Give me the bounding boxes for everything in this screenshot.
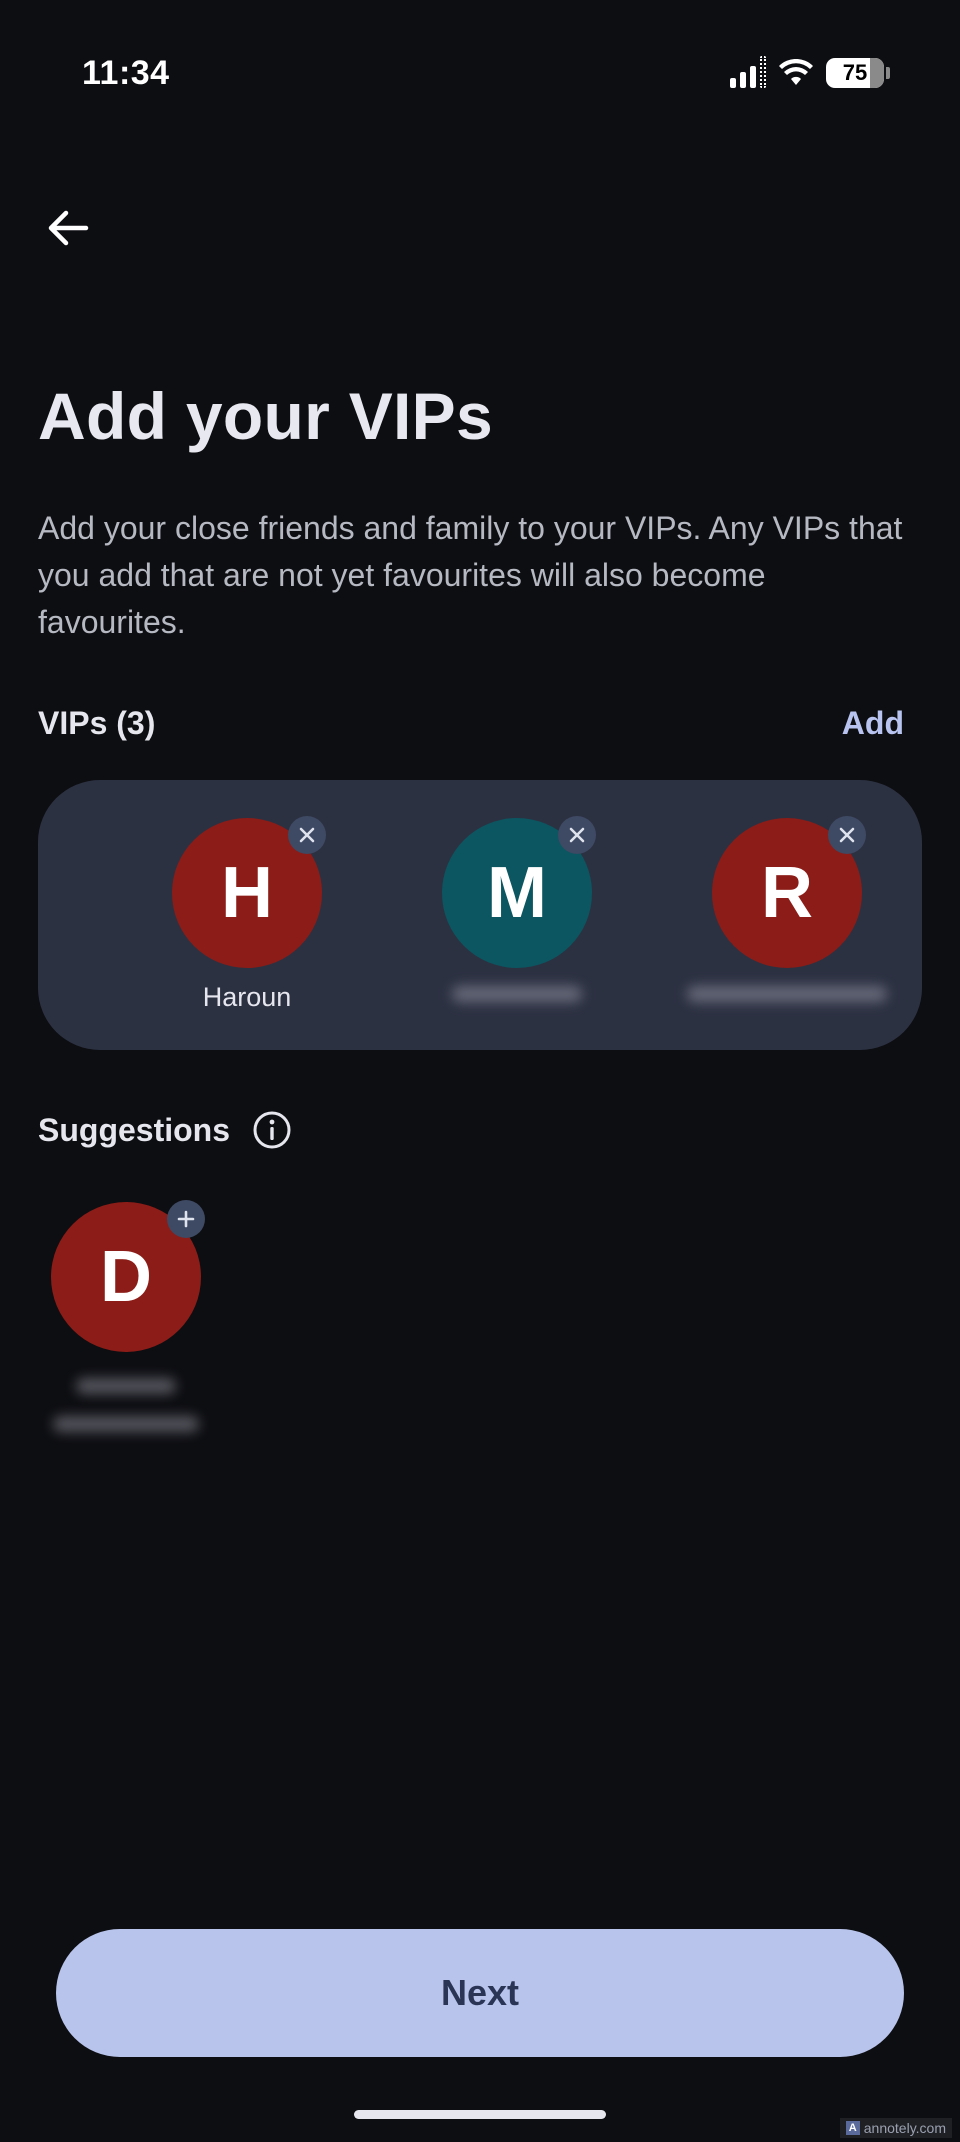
vip-item[interactable]: H Haroun (137, 816, 357, 1016)
close-icon (839, 827, 855, 843)
watermark-text: annotely.com (863, 2120, 946, 2136)
suggestions-heading-row: Suggestions (38, 1110, 292, 1150)
avatar-initial: M (487, 853, 547, 933)
vip-name: Haroun (202, 982, 292, 1012)
status-icons: 75 (730, 56, 890, 88)
status-time: 11:34 (82, 54, 170, 92)
annotely-logo-icon: A (845, 2121, 860, 2135)
watermark: A annotely.com (839, 2118, 952, 2138)
plus-icon (177, 1210, 195, 1228)
avatar-initial: D (100, 1237, 152, 1317)
add-vip-button[interactable]: Add (842, 705, 904, 742)
suggestions-heading: Suggestions (38, 1111, 231, 1148)
next-button[interactable]: Next (56, 1929, 904, 2057)
avatar: H (172, 816, 326, 968)
remove-vip-button[interactable] (558, 816, 596, 854)
close-icon (569, 827, 585, 843)
remove-vip-button[interactable] (828, 816, 866, 854)
add-suggestion-button[interactable] (167, 1200, 205, 1238)
remove-vip-button[interactable] (288, 816, 326, 854)
vip-item[interactable]: M (407, 816, 627, 1002)
avatar: M (442, 816, 596, 968)
status-bar: 11:34 75 (0, 0, 960, 150)
avatar-initial: H (221, 853, 273, 933)
page-description: Add your close friends and family to you… (38, 510, 903, 640)
blurred-vip-name (687, 986, 887, 1002)
vip-list-card: H Haroun M R (38, 780, 922, 1050)
battery-icon: 75 (826, 58, 890, 88)
page-title: Add your VIPs (38, 379, 493, 453)
avatar: D (51, 1200, 205, 1352)
info-icon[interactable] (252, 1110, 292, 1150)
home-indicator[interactable] (354, 2110, 606, 2119)
close-icon (299, 827, 315, 843)
suggestion-item[interactable]: D (50, 1200, 205, 1432)
battery-level: 75 (842, 60, 868, 85)
blurred-suggestion-name (76, 1378, 176, 1394)
blurred-suggestion-name (53, 1416, 199, 1432)
back-button[interactable] (40, 200, 96, 256)
signal-icon (730, 56, 766, 88)
avatar-initial: R (761, 853, 813, 933)
blurred-vip-name (452, 986, 582, 1002)
avatar: R (712, 816, 866, 968)
wifi-icon (779, 59, 813, 85)
vip-item[interactable]: R (677, 816, 897, 1002)
vips-heading: VIPs (3) (38, 705, 156, 741)
arrow-left-icon (48, 210, 89, 246)
